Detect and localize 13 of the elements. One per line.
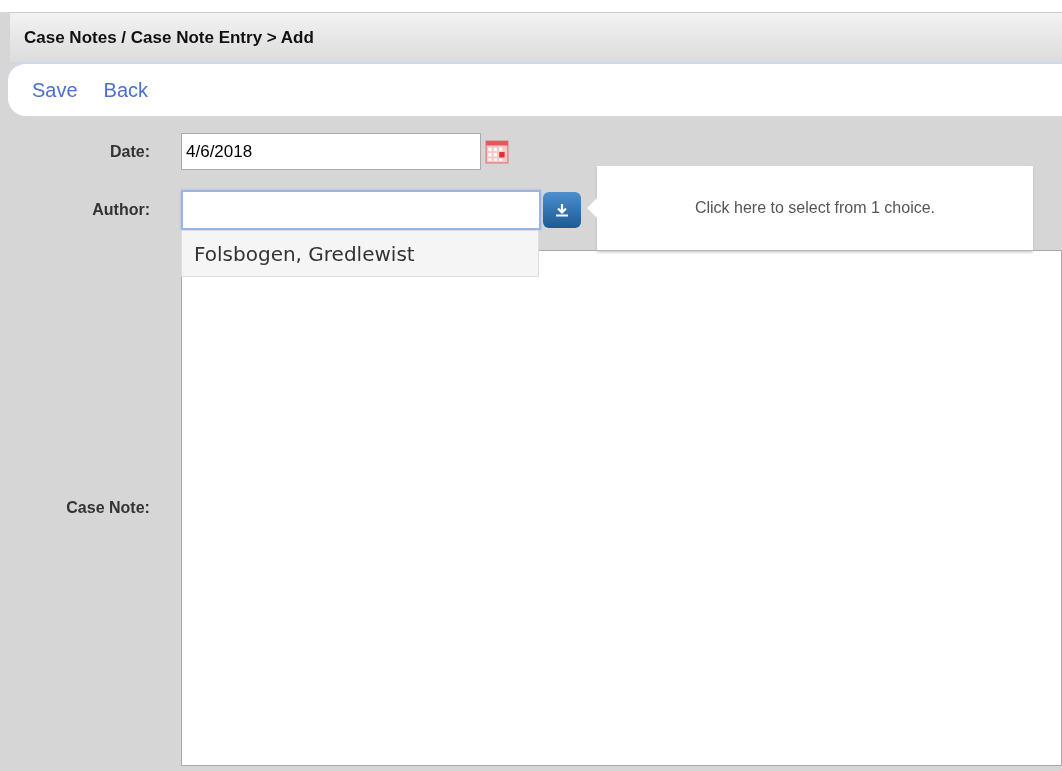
tooltip-text: Click here to select from 1 choice. [694,199,936,217]
field-label: Date: [109,142,150,161]
date-field[interactable]: 4/6/2018 [181,133,481,170]
calendar-icon[interactable] [485,139,509,164]
field-label: Author: [91,201,150,219]
page-title: Case Notes / Case Note Entry > Add [24,27,314,48]
field-label: Case Note: [65,499,150,517]
toolbar-link[interactable]: Save [32,78,78,102]
suggestion-item[interactable]: Folsbogen, Gredlewist [181,230,539,277]
download-icon [554,202,570,218]
toolbar-link[interactable]: Back [103,78,149,102]
author-field[interactable] [181,190,541,230]
dropdown-button[interactable] [543,192,581,228]
